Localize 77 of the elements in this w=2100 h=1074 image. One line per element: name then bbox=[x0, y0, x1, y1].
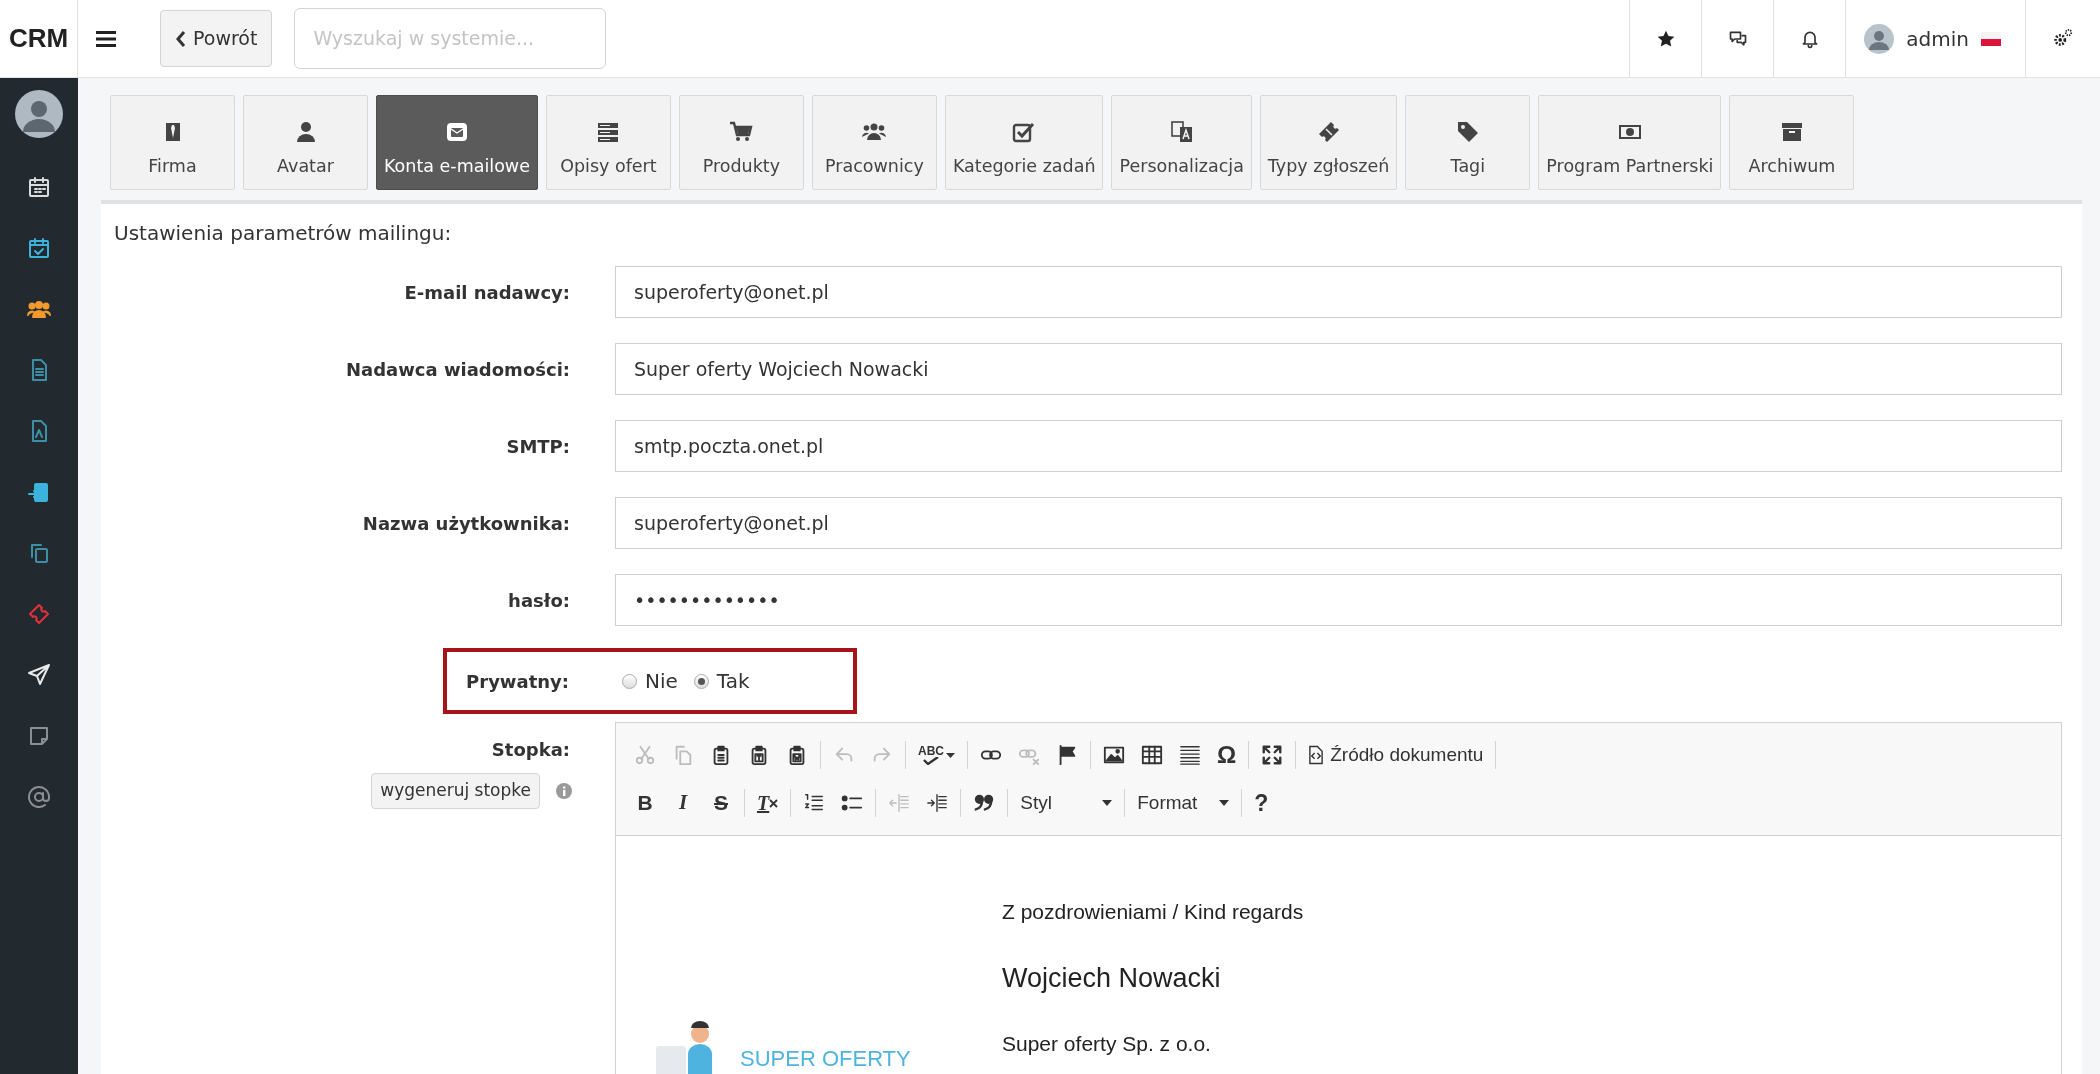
info-icon bbox=[556, 782, 572, 799]
at-sign-icon bbox=[27, 785, 51, 809]
tab[interactable]: Produkty bbox=[678, 95, 804, 190]
note-icon bbox=[27, 724, 51, 748]
outdent-icon bbox=[888, 792, 911, 814]
ticket-icon bbox=[27, 602, 51, 626]
tab[interactable]: Konta e-mailowe bbox=[376, 95, 538, 190]
radio-label[interactable]: Tak bbox=[716, 666, 750, 696]
app-logo: CRM bbox=[0, 0, 78, 77]
tab[interactable]: Avatar bbox=[243, 95, 368, 190]
tab[interactable]: Pracownicy bbox=[811, 95, 937, 190]
image-icon bbox=[1103, 744, 1125, 766]
avatar-icon bbox=[1864, 23, 1895, 54]
bold-button[interactable]: B bbox=[626, 785, 664, 821]
check-icon bbox=[922, 757, 940, 765]
expand-icon bbox=[1261, 744, 1284, 766]
caret-icon bbox=[1219, 800, 1230, 806]
tab[interactable]: Archiwum bbox=[1729, 95, 1855, 190]
tab[interactable]: Typy zgłoszeń bbox=[1259, 95, 1398, 190]
source-button[interactable]: Źródło dokumentu bbox=[1300, 737, 1492, 773]
radio-button[interactable] bbox=[693, 673, 709, 689]
menu-icon bbox=[96, 29, 116, 48]
back-button[interactable]: Powrót bbox=[160, 10, 273, 67]
field-label: Nazwa użytkownika: bbox=[361, 511, 570, 536]
tags-icon bbox=[1455, 119, 1480, 144]
radio-button[interactable] bbox=[622, 673, 637, 689]
field-label: E-mail nadawcy: bbox=[403, 280, 570, 305]
avatar-icon bbox=[15, 90, 63, 138]
translate-icon bbox=[1169, 119, 1194, 144]
field-label: Nadawca wiadomości: bbox=[344, 357, 570, 382]
spellcheck-button[interactable]: ABC bbox=[910, 737, 963, 773]
remove-format-button[interactable]: T bbox=[749, 785, 787, 821]
field-label: hasło: bbox=[507, 588, 570, 613]
chevron-left-icon bbox=[175, 29, 187, 48]
field-label: Stopka: bbox=[491, 738, 570, 762]
user-name[interactable]: admin bbox=[1906, 23, 1969, 54]
input-field[interactable]: Super oferty Wojciech Nowacki bbox=[615, 343, 2062, 395]
scissors-icon bbox=[634, 744, 656, 766]
radio-label[interactable]: Nie bbox=[645, 666, 678, 696]
cart-icon bbox=[729, 119, 754, 144]
table-icon bbox=[1141, 744, 1163, 766]
lines-icon bbox=[1179, 744, 1201, 766]
flag-icon bbox=[1981, 31, 2001, 46]
code-file-icon bbox=[1308, 745, 1325, 765]
caret-icon bbox=[1102, 800, 1113, 806]
indent-icon bbox=[926, 792, 949, 814]
input-field[interactable]: superoferty@onet.pl bbox=[615, 266, 2062, 318]
calendar-icon bbox=[27, 175, 51, 199]
input-field[interactable]: superoferty@onet.pl bbox=[615, 497, 2062, 549]
tab[interactable]: Tagi bbox=[1405, 95, 1531, 190]
caret-icon bbox=[946, 752, 955, 758]
special-character-button[interactable]: Ω bbox=[1209, 737, 1245, 773]
style-dropdown[interactable]: Styl bbox=[1012, 788, 1121, 818]
tab[interactable]: Program Partnerski bbox=[1538, 95, 1722, 190]
tab[interactable]: Opisy ofert bbox=[545, 95, 671, 190]
calendar-check-icon bbox=[27, 236, 51, 260]
input-field[interactable]: smtp.poczta.onet.pl bbox=[615, 420, 2062, 472]
tab[interactable]: Kategorie zadań bbox=[944, 95, 1104, 190]
italic-button[interactable]: I bbox=[664, 785, 702, 821]
help-button[interactable]: ? bbox=[1246, 785, 1277, 821]
tab[interactable]: Personalizacja bbox=[1111, 95, 1252, 190]
field-label: Prywatny: bbox=[465, 669, 569, 694]
generate-footer-button[interactable]: wygeneruj stopke bbox=[371, 773, 540, 809]
paper-plane-icon bbox=[27, 663, 51, 687]
section-title: Ustawienia parametrów mailingu: bbox=[113, 220, 453, 247]
signature-line: Z pozdrowieniami / Kind regards bbox=[1002, 899, 1304, 925]
quote-icon bbox=[973, 792, 996, 814]
search-field[interactable]: Wyszukaj w systemie... bbox=[294, 8, 607, 69]
close-icon bbox=[769, 798, 779, 808]
signature-line: Super oferty Sp. z o.o. bbox=[1002, 1031, 1212, 1057]
input-field[interactable]: ••••••••••••• bbox=[615, 574, 2062, 626]
logo-text: SUPER OFERTY bbox=[740, 1048, 911, 1073]
strikethrough-button[interactable]: S bbox=[702, 785, 740, 821]
style-dropdown[interactable]: Format bbox=[1129, 788, 1238, 818]
tab[interactable]: Firma bbox=[110, 95, 235, 190]
signature-line: Wojciech Nowacki bbox=[1002, 961, 1222, 995]
field-label: SMTP: bbox=[505, 434, 570, 459]
